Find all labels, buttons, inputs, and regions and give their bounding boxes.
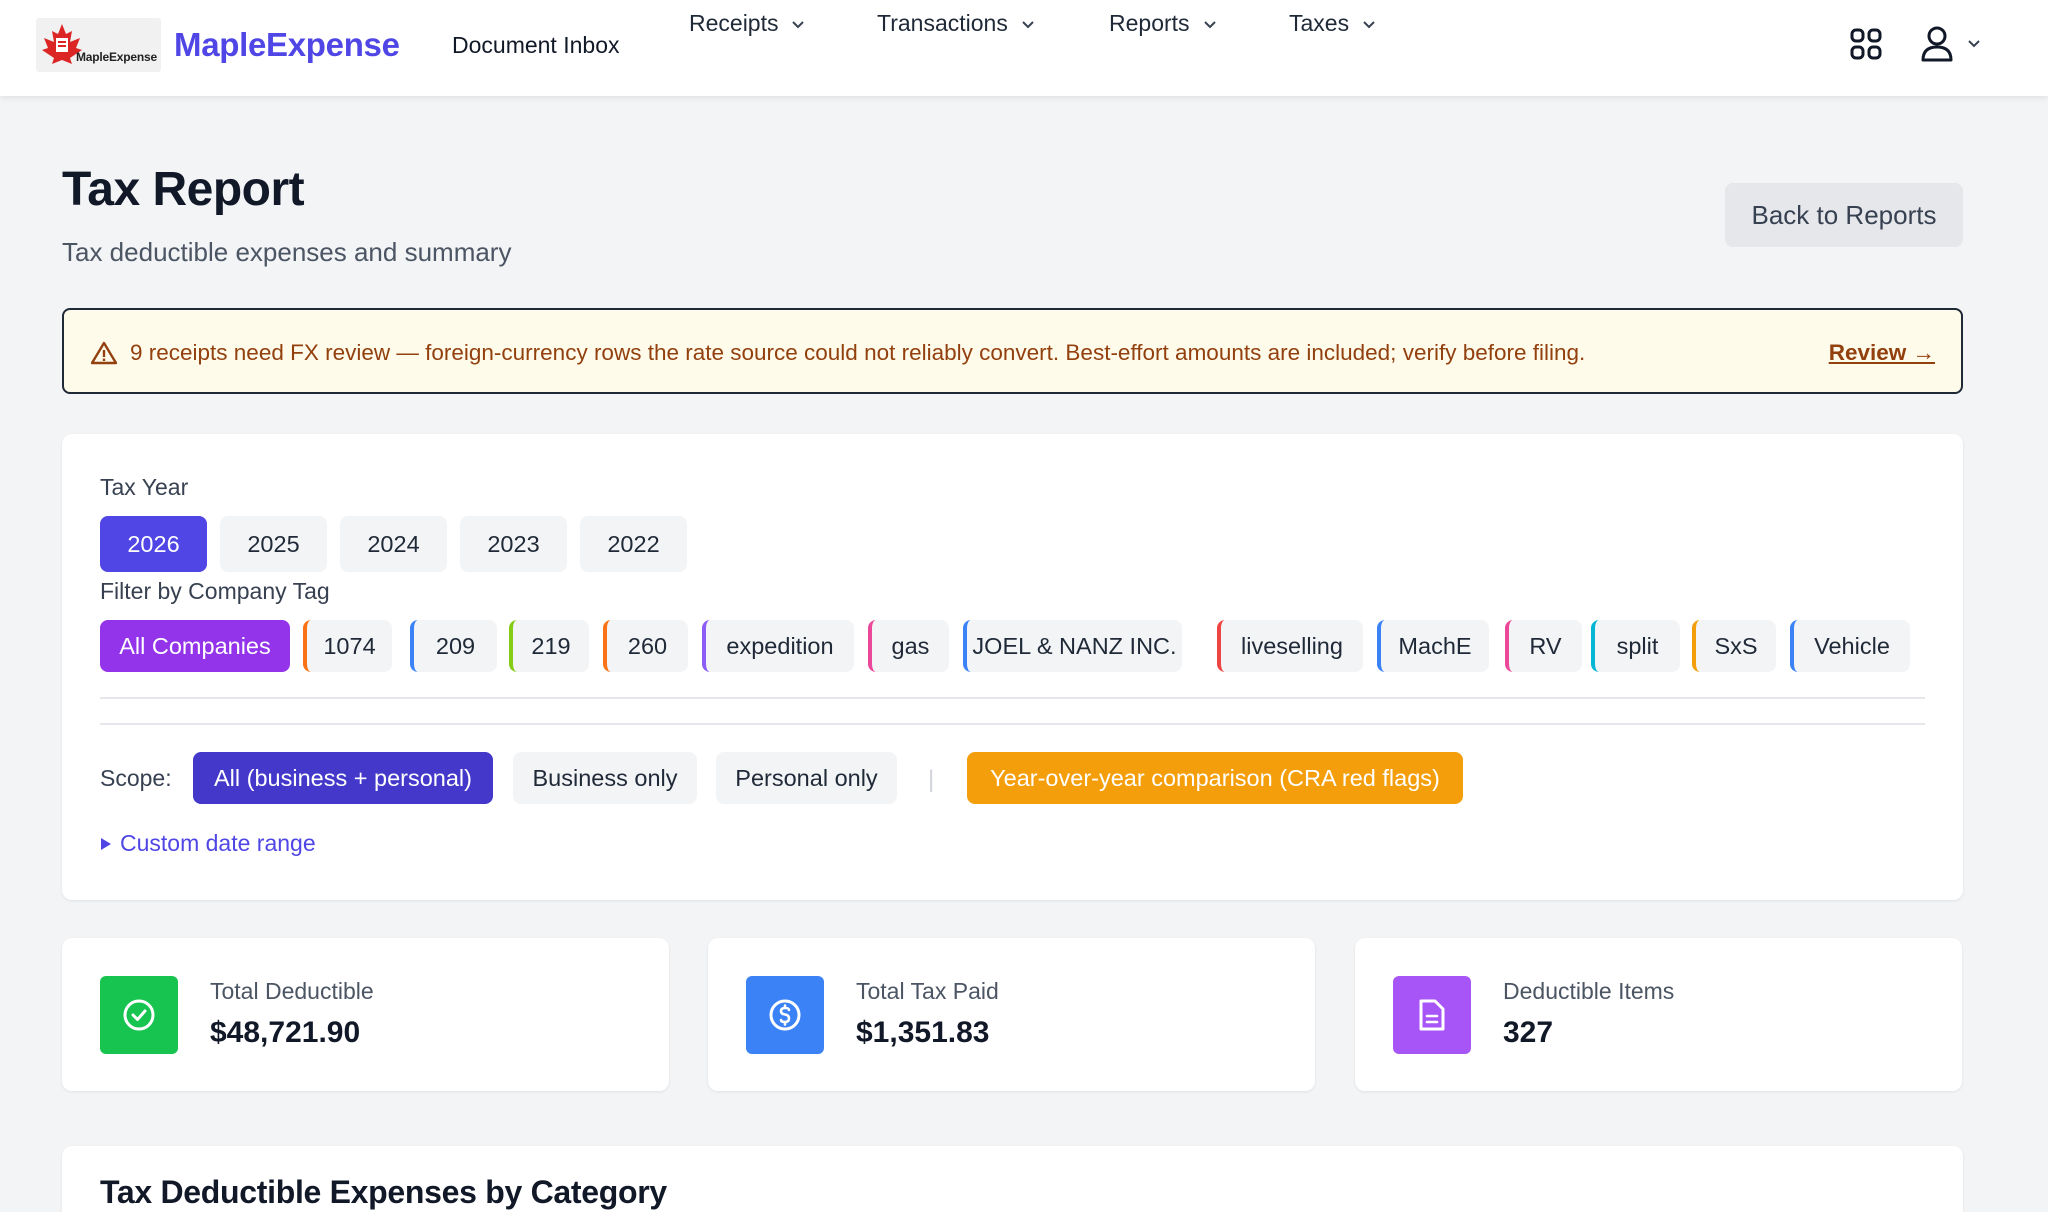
separator: |: [928, 766, 935, 793]
warning-icon: [91, 341, 117, 365]
scope-all-button[interactable]: All (business + personal): [193, 752, 493, 804]
tag-joel-nanz-inc[interactable]: JOEL & NANZ INC.: [963, 620, 1182, 672]
tag-219[interactable]: 219: [509, 620, 589, 672]
tag-expedition[interactable]: expedition: [702, 620, 854, 672]
review-link[interactable]: Review →: [1829, 340, 1935, 366]
logo[interactable]: MapleExpense: [36, 18, 161, 72]
scope-personal-button[interactable]: Personal only: [716, 752, 897, 804]
apps-grid-icon[interactable]: [1850, 28, 1882, 60]
logo-text: MapleExpense: [76, 50, 157, 64]
scope-label: Scope:: [100, 765, 172, 791]
fx-review-alert: 9 receipts need FX review — foreign-curr…: [62, 308, 1963, 394]
page-subtitle: Tax deductible expenses and summary: [62, 237, 512, 267]
custom-date-range-label: Custom date range: [120, 830, 316, 856]
tag-209[interactable]: 209: [410, 620, 497, 672]
nav-reports-label: Reports: [1109, 10, 1190, 36]
page-title: Tax Report: [62, 163, 305, 216]
category-section-title: Tax Deductible Expenses by Category: [100, 1174, 667, 1210]
tag-1074[interactable]: 1074: [303, 620, 392, 672]
alert-message: 9 receipts need FX review — foreign-curr…: [130, 340, 1586, 365]
user-icon[interactable]: [1920, 26, 1954, 62]
nav-reports-menu[interactable]: Reports: [1109, 10, 1218, 37]
back-to-reports-button[interactable]: Back to Reports: [1725, 183, 1963, 247]
nav-document-inbox[interactable]: Document Inbox: [452, 32, 619, 59]
tax-year-label: Tax Year: [100, 474, 189, 500]
nav-receipts-label: Receipts: [689, 10, 779, 36]
year-2026-button[interactable]: 2026: [100, 516, 207, 572]
tag-split[interactable]: split: [1591, 620, 1680, 672]
filter-panel: Tax Year 2026 2025 2024 2023 2022 Filter…: [62, 434, 1963, 900]
category-section: Tax Deductible Expenses by Category: [62, 1146, 1963, 1212]
stat-value: 327: [1503, 1016, 1554, 1049]
year-2025-button[interactable]: 2025: [220, 516, 327, 572]
stat-label: Total Tax Paid: [856, 978, 999, 1004]
tag-vehicle[interactable]: Vehicle: [1790, 620, 1910, 672]
nav-transactions-label: Transactions: [877, 10, 1008, 36]
stat-label: Total Deductible: [210, 978, 374, 1004]
divider: [100, 697, 1925, 699]
tag-260[interactable]: 260: [603, 620, 688, 672]
brand-name[interactable]: MapleExpense: [174, 26, 400, 64]
year-2022-button[interactable]: 2022: [580, 516, 687, 572]
nav-taxes-label: Taxes: [1289, 10, 1350, 36]
check-circle-icon: [100, 976, 178, 1054]
stat-total-tax-paid: Total Tax Paid $1,351.83: [708, 938, 1315, 1091]
triangle-right-icon: [101, 837, 111, 850]
dollar-circle-icon: [746, 976, 824, 1054]
tag-mache[interactable]: MachE: [1377, 620, 1489, 672]
chevron-down-icon: [792, 20, 805, 28]
tag-sxs[interactable]: SxS: [1692, 620, 1776, 672]
nav-transactions-menu[interactable]: Transactions: [877, 10, 1036, 37]
chevron-down-icon: [1363, 20, 1375, 28]
stat-value: $1,351.83: [856, 1016, 990, 1049]
stat-label: Deductible Items: [1503, 978, 1675, 1004]
custom-date-range-toggle[interactable]: Custom date range: [100, 830, 316, 857]
chevron-down-icon: [1022, 20, 1034, 28]
scope-business-button[interactable]: Business only: [513, 752, 697, 804]
yoy-comparison-button[interactable]: Year-over-year comparison (CRA red flags…: [967, 752, 1463, 804]
document-icon: [1393, 976, 1471, 1054]
chevron-down-icon: [1203, 20, 1216, 28]
tag-liveselling[interactable]: liveselling: [1217, 620, 1363, 672]
nav-taxes-menu[interactable]: Taxes: [1289, 10, 1377, 37]
top-nav: MapleExpense MapleExpense Document Inbox…: [0, 0, 2048, 96]
chevron-down-icon[interactable]: [1966, 37, 1982, 51]
company-tag-label: Filter by Company Tag: [100, 578, 330, 604]
year-2023-button[interactable]: 2023: [460, 516, 567, 572]
divider: [100, 723, 1925, 725]
nav-receipts-menu[interactable]: Receipts: [689, 10, 806, 37]
tag-gas[interactable]: gas: [868, 620, 949, 672]
stat-deductible-items: Deductible Items 327: [1355, 938, 1962, 1091]
stat-value: $48,721.90: [210, 1016, 361, 1049]
stat-total-deductible: Total Deductible $48,721.90: [62, 938, 669, 1091]
all-companies-button[interactable]: All Companies: [100, 620, 290, 672]
year-2024-button[interactable]: 2024: [340, 516, 447, 572]
tag-rv[interactable]: RV: [1505, 620, 1582, 672]
